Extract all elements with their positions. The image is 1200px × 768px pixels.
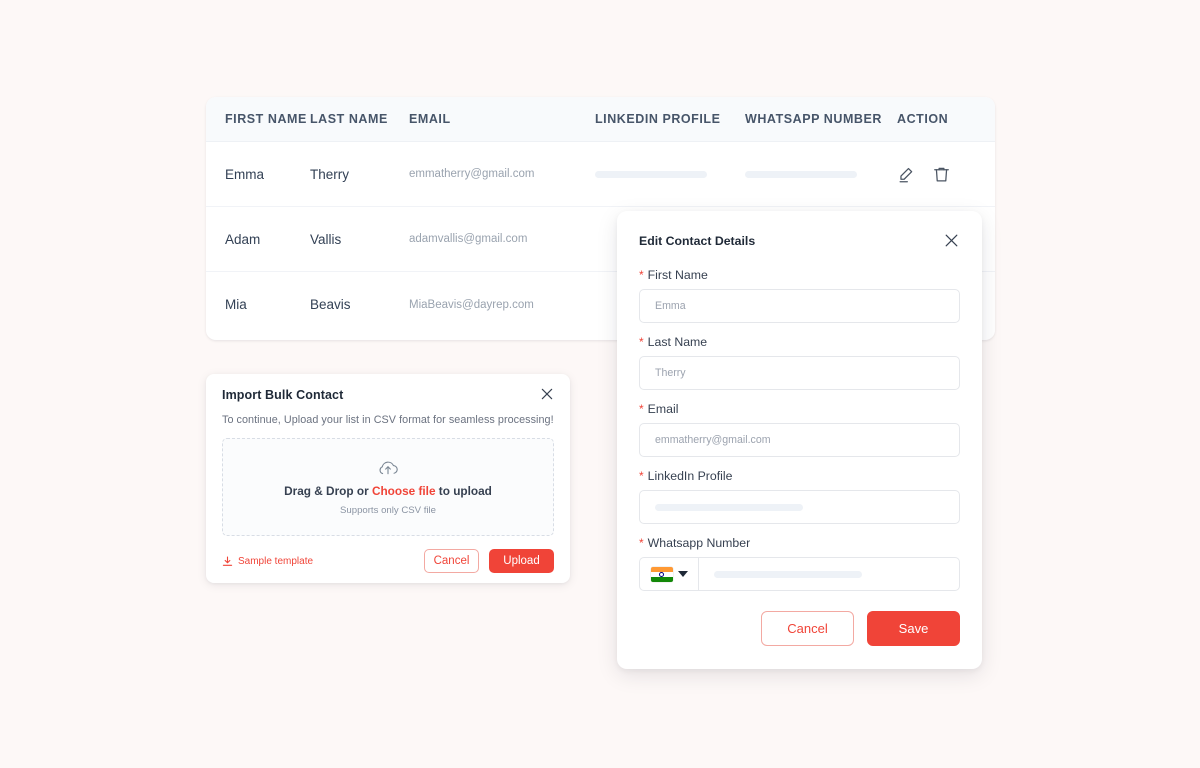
label-text: First Name [647,268,708,282]
cell-action [897,165,976,184]
required-asterisk: * [639,469,644,483]
whatsapp-placeholder-bar [714,570,862,578]
close-icon[interactable] [540,387,554,401]
edit-modal-footer: Cancel Save [639,611,960,646]
edit-cancel-button[interactable]: Cancel [761,611,854,646]
field-email: * Email [639,402,960,457]
column-header-linkedin: LINKEDIN PROFILE [595,112,721,126]
chevron-down-icon [677,571,688,577]
cell-email: adamvallis@gmail.com [409,233,528,245]
import-dialog-footer: Sample template Cancel Upload [222,549,554,573]
required-asterisk: * [639,536,644,550]
cell-email: MiaBeavis@dayrep.com [409,298,534,311]
linkedin-placeholder-bar [595,170,707,178]
label-first-name: * First Name [639,268,960,282]
cell-last-name: Beavis [310,297,351,312]
column-header-action: ACTION [897,112,949,126]
import-upload-button[interactable]: Upload [489,549,554,573]
dropzone-hint: Supports only CSV file [340,504,436,516]
label-text: Last Name [647,335,708,349]
field-first-name: * First Name [639,268,960,323]
table-header-row: FIRST NAME LAST NAME EMAIL LINKEDIN PROF… [206,97,995,142]
first-name-input[interactable] [639,289,960,323]
label-last-name: * Last Name [639,335,960,349]
edit-modal-title: Edit Contact Details [639,233,756,248]
label-text: LinkedIn Profile [647,469,733,483]
label-text: Whatsapp Number [647,536,751,550]
edit-modal-header: Edit Contact Details [639,232,960,249]
import-cancel-button[interactable]: Cancel [424,549,479,573]
edit-save-button[interactable]: Save [867,611,960,646]
cell-email: emmatherry@gmail.com [409,168,535,180]
required-asterisk: * [639,268,644,282]
last-name-input[interactable] [639,356,960,390]
label-linkedin-profile: * LinkedIn Profile [639,469,960,483]
required-asterisk: * [639,402,644,416]
required-asterisk: * [639,335,644,349]
field-linkedin-profile: * LinkedIn Profile [639,469,960,524]
linkedin-profile-input[interactable] [639,490,960,524]
cell-first-name: Emma [225,166,265,182]
dropzone-text-before: Drag & Drop or [284,483,372,498]
linkedin-placeholder-bar [655,503,803,511]
whatsapp-placeholder-bar [745,170,857,178]
import-dialog-subtitle: To continue, Upload your list in CSV for… [222,414,554,426]
sample-template-label: Sample template [238,555,314,567]
country-code-select[interactable] [639,557,698,591]
email-input[interactable] [639,423,960,457]
whatsapp-number-row [639,557,960,591]
cell-first-name: Mia [225,297,247,312]
whatsapp-number-input[interactable] [698,557,960,591]
field-whatsapp-number: * Whatsapp Number [639,536,960,591]
choose-file-link[interactable]: Choose file [372,484,436,498]
delete-icon[interactable] [932,165,951,184]
dropzone-text-after: to upload [435,483,492,498]
import-dialog-title: Import Bulk Contact [222,388,344,402]
cloud-upload-icon [377,459,399,477]
sample-template-link[interactable]: Sample template [222,556,313,567]
cell-whatsapp [745,170,897,178]
cell-linkedin [595,170,745,178]
edit-icon[interactable] [897,165,916,184]
column-header-first-name: FIRST NAME [225,112,307,126]
file-dropzone[interactable]: Drag & Drop or Choose file to upload Sup… [222,438,554,536]
dropzone-main-text: Drag & Drop or Choose file to upload [284,484,492,498]
field-last-name: * Last Name [639,335,960,390]
import-dialog-header: Import Bulk Contact [222,388,554,402]
cell-last-name: Therry [310,166,350,182]
column-header-email: EMAIL [409,112,451,126]
india-flag-icon [650,566,673,582]
column-header-last-name: LAST NAME [310,112,388,126]
cell-last-name: Vallis [310,231,342,247]
download-icon [222,555,233,567]
edit-contact-details-modal: Edit Contact Details * First Name * Last… [617,211,982,669]
label-email: * Email [639,402,960,416]
column-header-whatsapp: WHATSAPP NUMBER [745,112,882,126]
cell-first-name: Adam [225,231,261,247]
close-icon[interactable] [943,232,960,249]
label-text: Email [647,402,679,416]
label-whatsapp-number: * Whatsapp Number [639,536,960,550]
import-dialog-buttons: Cancel Upload [424,549,554,573]
table-row[interactable]: Emma Therry emmatherry@gmail.com [206,142,995,207]
import-bulk-contact-dialog: Import Bulk Contact To continue, Upload … [206,374,570,583]
